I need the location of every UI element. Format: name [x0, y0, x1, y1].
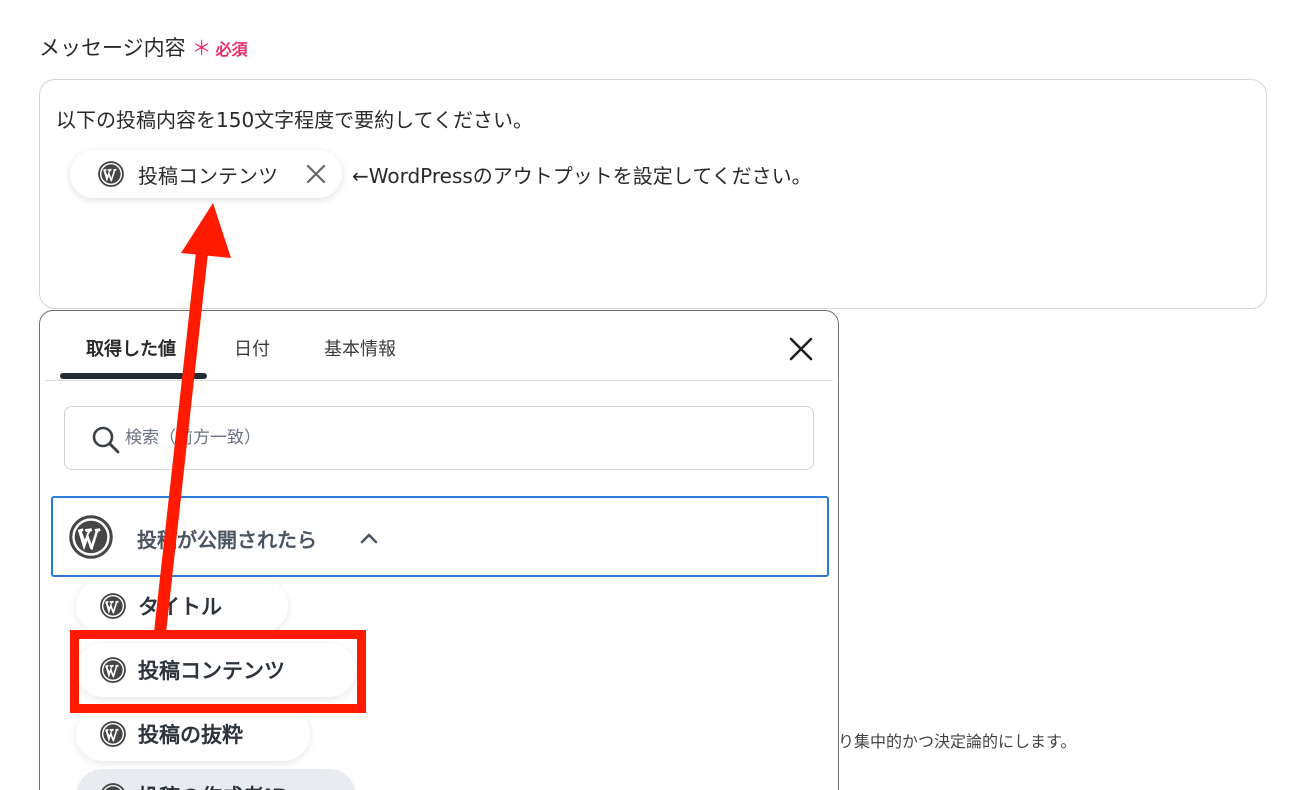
- tab-bar: 取得した値 日付 基本情報: [45, 311, 833, 381]
- page: メッセージ内容 ＊ 必須 以下の投稿内容を150文字程度で要約してください。 投…: [0, 0, 1316, 790]
- list-item[interactable]: 投稿の抜粋: [76, 707, 310, 761]
- message-textarea[interactable]: 以下の投稿内容を150文字程度で要約してください。 投稿コンテンツ ←WordP…: [39, 79, 1267, 309]
- list-item[interactable]: 投稿の作成者ID: [76, 769, 356, 790]
- search-icon: [92, 426, 120, 454]
- trigger-group-header[interactable]: 投稿が公開されたら: [51, 496, 829, 577]
- item-label: 投稿の作成者ID: [138, 781, 289, 790]
- group-label: 投稿が公開されたら: [137, 528, 317, 552]
- wordpress-logo-icon: [69, 515, 113, 559]
- list-item[interactable]: タイトル: [76, 579, 288, 633]
- close-icon[interactable]: [304, 162, 328, 186]
- background-description: り集中的かつ決定論的にします。: [838, 732, 1077, 751]
- search-box: [64, 406, 814, 470]
- wordpress-logo-icon: [100, 593, 126, 619]
- wordpress-logo-icon: [100, 783, 126, 790]
- active-tab-indicator: [60, 373, 207, 379]
- search-input[interactable]: [125, 417, 785, 459]
- field-label: メッセージ内容 ＊ 必須: [39, 32, 248, 62]
- tab-basic-info[interactable]: 基本情報: [324, 335, 396, 361]
- chip-label: 投稿コンテンツ: [138, 163, 278, 188]
- required-mark: ＊: [191, 36, 212, 60]
- value-picker-panel: 取得した値 日付 基本情報 投稿が公開されたら タイトル: [39, 310, 839, 790]
- message-hint: ←WordPressのアウトプットを設定してください。: [352, 164, 812, 188]
- item-label: タイトル: [138, 595, 222, 619]
- variable-chip[interactable]: 投稿コンテンツ: [70, 150, 342, 198]
- field-label-text: メッセージ内容: [39, 36, 186, 60]
- message-line: 以下の投稿内容を150文字程度で要約してください。: [56, 108, 533, 132]
- wordpress-logo-icon: [100, 721, 126, 747]
- item-label: 投稿の抜粋: [138, 723, 243, 747]
- close-icon[interactable]: [788, 336, 814, 362]
- chevron-up-icon[interactable]: [359, 528, 379, 548]
- wordpress-logo-icon: [98, 161, 124, 187]
- annotation-highlight-box: [70, 630, 366, 713]
- tab-acquired-values[interactable]: 取得した値: [86, 335, 176, 361]
- required-text: 必須: [215, 40, 248, 59]
- tab-date[interactable]: 日付: [234, 335, 270, 361]
